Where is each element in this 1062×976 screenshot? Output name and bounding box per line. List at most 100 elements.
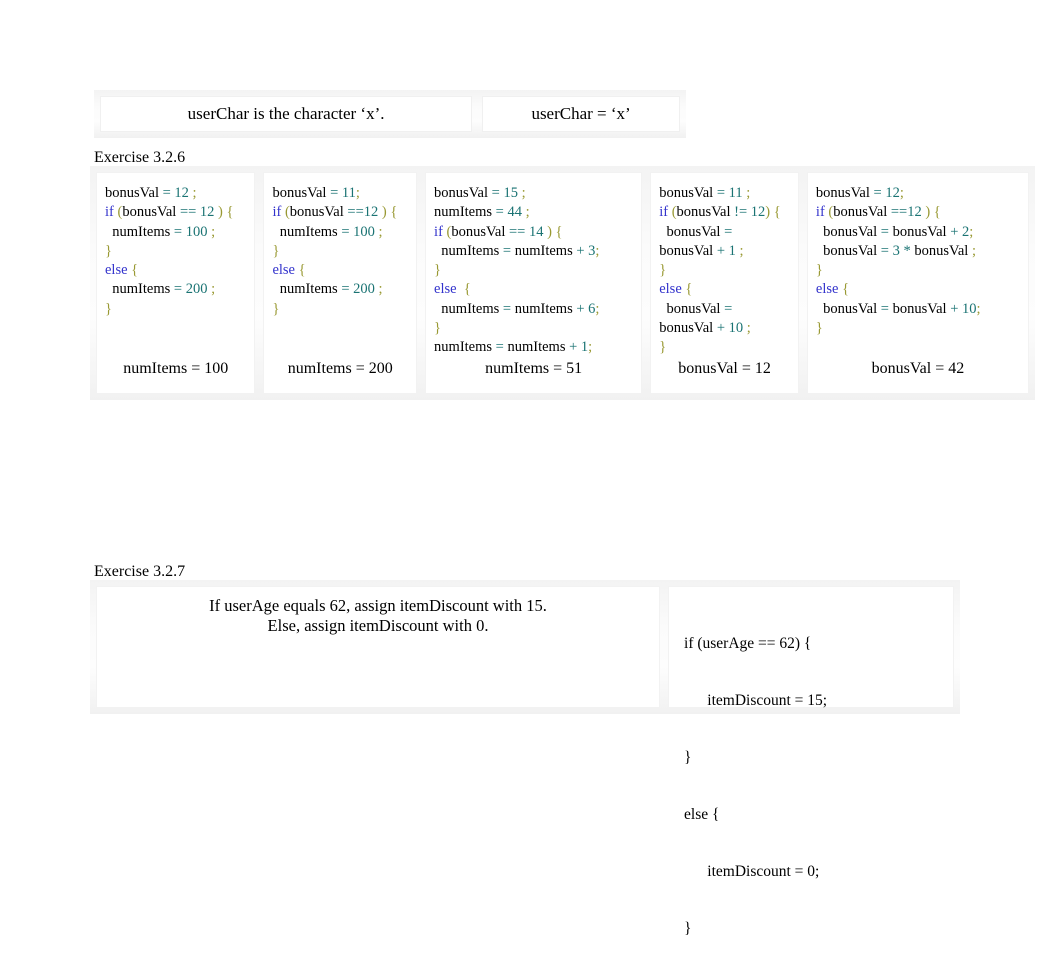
userchar-table: userChar is the character ‘x’. userChar … <box>94 90 686 138</box>
code-line: bonusVal = <box>659 300 790 319</box>
code-line: } <box>272 242 408 261</box>
code-token-kw: else <box>434 281 457 298</box>
code-line: numItems = 200 ; <box>105 280 246 299</box>
code-token-id: bonusVal <box>659 320 717 337</box>
code-token-id: bonusVal <box>659 223 725 240</box>
code-line: numItems = 100 ; <box>272 223 408 242</box>
code-token-punc: ; <box>595 300 600 317</box>
answer-label-5: bonusVal = 42 <box>871 360 965 377</box>
code-token-num: 12 <box>174 185 189 201</box>
code-token-id: numItems <box>514 242 577 259</box>
code-line-4: else { <box>684 806 720 823</box>
code-line: numItems = numItems + 3; <box>434 242 633 261</box>
code-token-kw: if <box>272 204 282 221</box>
code-line-5: itemDiscount = 0; <box>684 863 820 880</box>
code-line: bonusVal + 10 ; <box>659 319 790 338</box>
code-token-punc: } <box>434 262 442 279</box>
code-cell-2: bonusVal = 11; if (bonusVal ==12 ) { numI… <box>263 172 418 394</box>
code-token-id: numItems <box>514 300 577 317</box>
code-line: if (bonusVal ==12 ) { <box>272 203 408 222</box>
code-token-punc: } <box>815 262 823 279</box>
exercise-326-row: bonusVal = 12 ; if (bonusVal == 12 ) { nu… <box>96 172 1029 394</box>
code-cell-5: bonusVal = 12; if (bonusVal ==12 ) { bonu… <box>806 172 1029 394</box>
code-line: numItems = 44 ; <box>434 203 633 222</box>
userchar-table-row: userChar is the character ‘x’. userChar … <box>100 96 680 132</box>
code-token-id: numItems <box>507 339 570 356</box>
code-token-id: bonusVal <box>892 223 951 240</box>
code-line: numItems = 100 ; <box>105 223 246 242</box>
exercise-327-code-cell: if (userAge == 62) { itemDiscount = 15; … <box>668 586 954 937</box>
code-token-punc: ) { <box>214 204 234 221</box>
userchar-expression-cell: userChar = ‘x’ <box>482 96 680 132</box>
code-line: } <box>434 319 633 338</box>
code-line-1: if (userAge == 62) { <box>684 635 812 652</box>
code-token-id: numItems <box>434 204 496 221</box>
code-token-num: 12 <box>750 204 766 221</box>
code-line: } <box>105 242 246 261</box>
code-token-kw: else <box>105 262 128 279</box>
code-token-id: bonusVal <box>815 185 874 201</box>
code-token-op: + <box>569 339 581 356</box>
code-line: bonusVal = bonusVal + 2; <box>816 223 1020 242</box>
code-token-id: bonusVal <box>289 204 348 221</box>
code-token-punc: ; <box>207 223 216 240</box>
code-token-id: bonusVal <box>676 204 735 221</box>
code-cell-4: bonusVal = 11 ; if (bonusVal != 12) { bon… <box>650 172 799 394</box>
code-token-op: = <box>341 223 354 240</box>
code-line-3: } <box>684 749 692 766</box>
code-body-5: bonusVal = 12; if (bonusVal ==12 ) { bonu… <box>807 172 1029 358</box>
code-token-op: = <box>502 242 515 259</box>
code-token-punc: ; <box>735 242 744 259</box>
code-token-punc: ; <box>374 281 383 298</box>
code-line: bonusVal + 1 ; <box>659 242 790 261</box>
code-token-kw: else <box>659 281 682 298</box>
code-token-num: 10 <box>962 300 977 317</box>
code-token-kw: else <box>272 262 295 279</box>
code-token-num: 100 <box>353 223 375 240</box>
code-line: else { <box>816 280 1020 299</box>
code-line: else { <box>434 280 633 299</box>
code-token-id: bonusVal <box>815 223 881 240</box>
code-token-punc: ; <box>374 223 383 240</box>
code-token-punc: } <box>272 300 280 317</box>
code-token-punc: } <box>105 242 112 259</box>
code-token-id: bonusVal <box>815 300 881 317</box>
code-token-op: = <box>724 223 733 240</box>
code-token-punc: ( <box>824 204 834 221</box>
code-token-punc: ; <box>517 185 526 201</box>
code-token-id: numItems <box>434 242 503 259</box>
answer-label-1: numItems = 100 <box>123 360 229 377</box>
code-token-punc: { <box>456 281 471 298</box>
code-token-punc: ( <box>281 204 290 221</box>
code-token-kw: if <box>105 204 114 221</box>
code-token-punc: } <box>105 300 112 317</box>
code-token-op: + <box>950 300 963 317</box>
code-cell-3: bonusVal = 15 ; numItems = 44 ; if (bonusV… <box>425 172 643 394</box>
exercise-327-label: Exercise 3.2.7 <box>94 563 186 580</box>
code-token-kw: else <box>815 281 839 298</box>
code-line: numItems = numItems + 1; <box>434 338 633 357</box>
code-line: } <box>816 261 1020 280</box>
code-token-op: = <box>880 300 893 317</box>
code-line: bonusVal = 11; <box>272 184 408 203</box>
code-token-punc: ; <box>742 185 751 201</box>
code-token-op: = <box>880 242 893 259</box>
exercise-327-row: If userAge equals 62, assign itemDiscoun… <box>96 586 954 937</box>
code-token-num: 14 <box>528 223 544 240</box>
code-token-kw: if <box>659 204 669 221</box>
code-token-op: = <box>880 223 893 240</box>
code-token-num: 3 <box>892 242 900 259</box>
exercise-326-table: bonusVal = 12 ; if (bonusVal == 12 ) { nu… <box>90 166 1035 400</box>
code-token-punc: ; <box>743 320 751 337</box>
code-token-kw: if <box>434 223 443 240</box>
userchar-description-cell: userChar is the character ‘x’. <box>100 96 473 132</box>
prompt-line-2: Else, assign itemDiscount with 0. <box>267 615 489 635</box>
code-line-6: } <box>684 920 692 937</box>
code-token-op: = <box>162 185 175 201</box>
code-token-id: bonusVal <box>914 242 972 259</box>
code-token-id: numItems <box>272 281 342 298</box>
code-token-punc: ) { <box>543 223 563 240</box>
code-token-punc: { <box>127 262 139 279</box>
code-token-punc: ( <box>668 204 677 221</box>
code-token-id: bonusVal <box>815 242 881 259</box>
